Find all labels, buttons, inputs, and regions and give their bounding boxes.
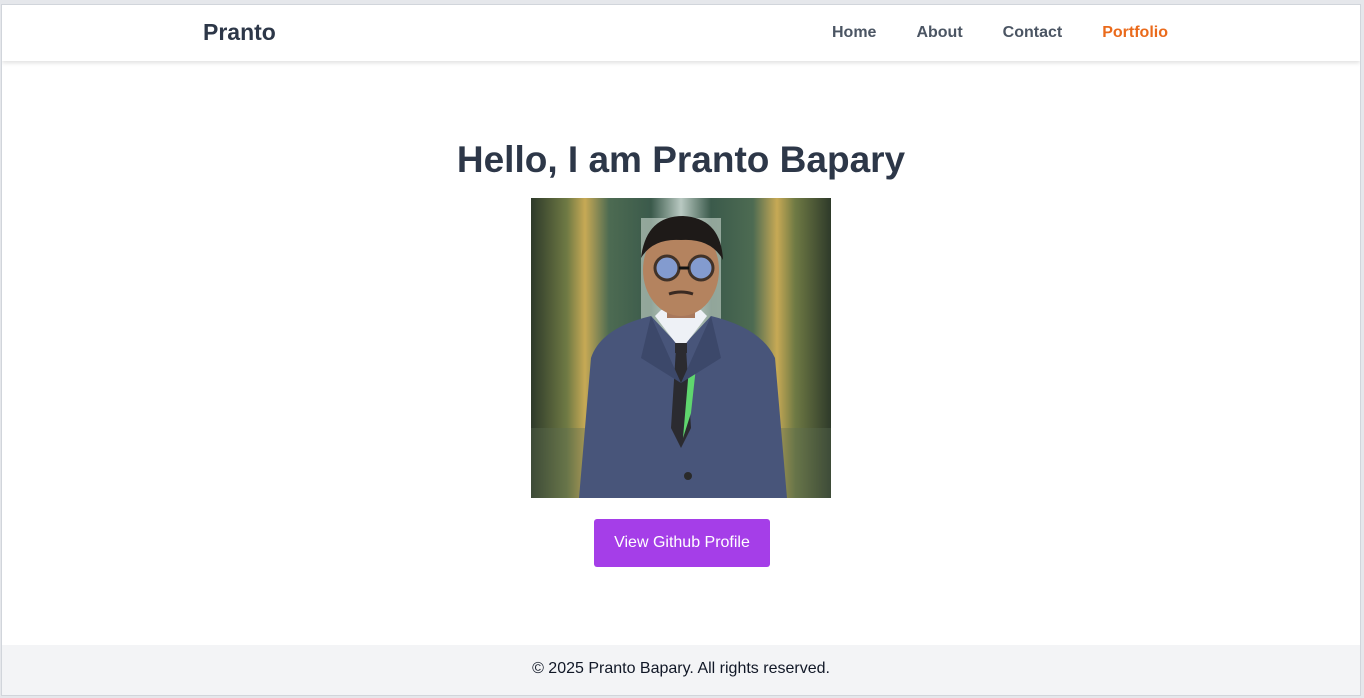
navbar: Pranto Home About Contact Portfolio [2,5,1360,61]
profile-photo [531,198,831,498]
footer: © 2025 Pranto Bapary. All rights reserve… [2,645,1360,695]
github-profile-button[interactable]: View Github Profile [594,519,770,567]
brand-logo[interactable]: Pranto [203,19,276,46]
profile-photo-illustration [531,216,831,498]
hero-title: Hello, I am Pranto Bapary [456,139,906,180]
browser-page: Pranto Home About Contact Portfolio Hell… [1,4,1361,696]
nav-links: Home About Contact Portfolio [832,24,1168,42]
footer-copyright: © 2025 Pranto Bapary. All rights reserve… [532,660,830,677]
nav-link-portfolio[interactable]: Portfolio [1102,24,1168,42]
nav-link-contact[interactable]: Contact [1003,24,1063,42]
nav-link-home[interactable]: Home [832,24,876,42]
nav-link-about[interactable]: About [916,24,962,42]
